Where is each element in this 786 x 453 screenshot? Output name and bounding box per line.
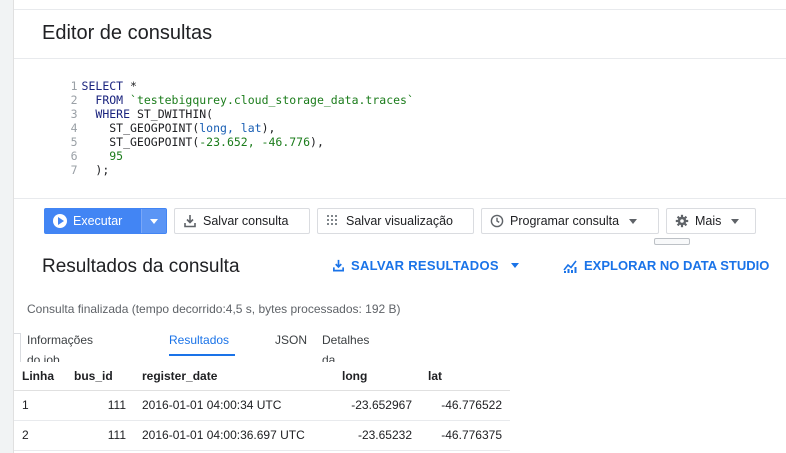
- save-query-label: Salvar consulta: [203, 214, 289, 228]
- explore-data-studio-button[interactable]: EXPLORAR NO DATA STUDIO: [563, 258, 769, 273]
- query-toolbar: Executar Salvar consulta Salvar visualiz…: [14, 198, 786, 242]
- code-line[interactable]: 6 95: [14, 135, 124, 163]
- query-status: Consulta finalizada (tempo decorrido:4,5…: [27, 302, 401, 316]
- query-editor[interactable]: 1 SELECT * 2 FROM `testebigqurey.cloud_st…: [14, 58, 786, 190]
- side-panel-edge: [14, 333, 21, 363]
- schedule-query-button[interactable]: Programar consulta: [481, 208, 659, 234]
- clock-icon: [490, 214, 504, 228]
- gear-icon: [675, 214, 689, 228]
- tab-execution-details[interactable]: Detalhes da execução: [322, 330, 373, 387]
- table-header-row: Linha bus_id register_date long lat: [14, 362, 510, 391]
- editor-title: Editor de consultas: [42, 22, 213, 44]
- column-header: long: [334, 362, 420, 391]
- table-cell: 2016-01-01 04:00:34 UTC: [134, 390, 334, 421]
- results-table: Linha bus_id register_date long lat 1 11…: [14, 362, 510, 451]
- code-line[interactable]: 5 ST_GEOGPOINT(-23.652, -46.776),: [14, 121, 324, 149]
- column-header: bus_id: [66, 362, 134, 391]
- code-line[interactable]: 7 );: [14, 149, 110, 177]
- download-tray-icon: [333, 259, 344, 272]
- table-cell: -23.65232: [334, 420, 420, 451]
- code-line[interactable]: 3 WHERE ST_DWITHIN(: [14, 93, 214, 121]
- column-header: Linha: [14, 362, 66, 391]
- code-number: -23.652, -46.776: [199, 135, 311, 149]
- save-results-button[interactable]: SALVAR RESULTADOS: [332, 258, 519, 273]
- chart-icon: [563, 260, 577, 273]
- column-header: register_date: [134, 362, 334, 391]
- schedule-label: Programar consulta: [510, 214, 620, 228]
- table-cell: -23.652967: [334, 390, 420, 421]
- table-row: 1 111 2016-01-01 04:00:34 UTC -23.652967…: [14, 390, 510, 421]
- save-view-button[interactable]: Salvar visualização: [317, 208, 474, 234]
- table-cell: 2: [14, 420, 66, 451]
- table-cell: 111: [66, 420, 134, 451]
- save-results-label: SALVAR RESULTADOS: [351, 258, 499, 273]
- run-button[interactable]: Executar: [44, 208, 167, 234]
- top-divider: [14, 0, 786, 10]
- more-label: Mais: [695, 214, 722, 228]
- table-cell: 111: [66, 390, 134, 421]
- table-cell: -46.776375: [420, 420, 510, 451]
- column-header: lat: [420, 362, 510, 391]
- run-options-dropdown[interactable]: [140, 209, 166, 233]
- save-query-button[interactable]: Salvar consulta: [174, 208, 310, 234]
- tab-json[interactable]: JSON: [275, 330, 307, 356]
- panel-resize-handle[interactable]: [654, 238, 690, 245]
- run-main[interactable]: Executar: [45, 209, 135, 233]
- table-cell: -46.776522: [420, 390, 510, 421]
- run-label: Executar: [73, 214, 123, 228]
- code-line[interactable]: 1 SELECT *: [14, 65, 137, 93]
- table-cell: 2016-01-01 04:00:36.697 UTC: [134, 420, 334, 451]
- table-cell: 1: [14, 390, 66, 421]
- line-number: 7: [70, 163, 78, 177]
- code-text: );: [81, 163, 110, 177]
- code-number: 95: [109, 149, 124, 163]
- chevron-down-icon: [731, 218, 740, 224]
- chevron-down-icon: [510, 263, 519, 268]
- table-row: 2 111 2016-01-01 04:00:36.697 UTC -23.65…: [14, 420, 510, 451]
- save-view-label: Salvar visualização: [346, 214, 453, 228]
- code-line[interactable]: 4 ST_GEOGPOINT(long, lat),: [14, 107, 276, 135]
- chevron-down-icon: [149, 218, 158, 224]
- results-title: Resultados da consulta: [42, 256, 240, 277]
- code-line[interactable]: 2 FROM `testebigqurey.cloud_storage_data…: [14, 79, 414, 107]
- bigquery-console: Editor de consultas 1 SELECT * 2 FROM `te…: [0, 0, 786, 453]
- chevron-down-icon: [629, 218, 638, 224]
- grid-dots-icon: [327, 215, 337, 225]
- tab-job-info[interactable]: Informações do job: [27, 330, 93, 367]
- code-text: ),: [310, 135, 324, 149]
- more-button[interactable]: Mais: [666, 208, 756, 234]
- data-studio-label: EXPLORAR NO DATA STUDIO: [584, 258, 770, 273]
- left-panel-strip: [0, 0, 14, 453]
- play-circle-icon: [53, 214, 67, 228]
- download-tray-icon: [184, 215, 196, 228]
- tab-results[interactable]: Resultados: [169, 330, 235, 356]
